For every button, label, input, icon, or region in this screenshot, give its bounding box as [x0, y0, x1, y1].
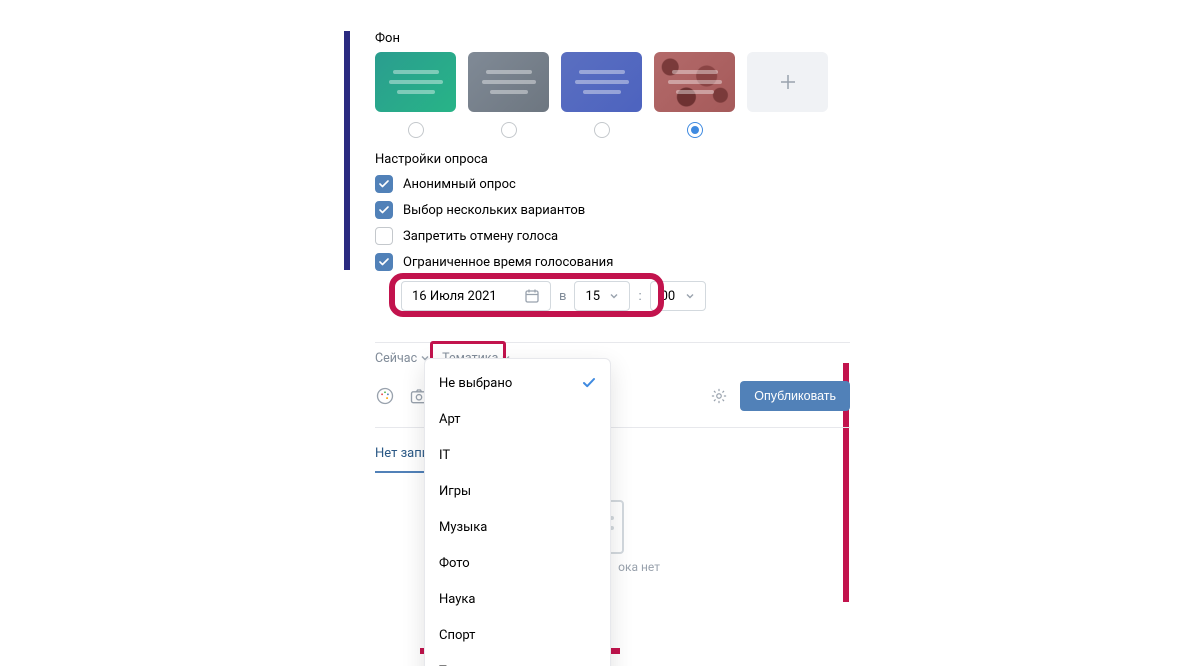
- option-no-cancel-label: Запретить отмену голоса: [403, 229, 558, 244]
- checkbox-multi[interactable]: [375, 201, 393, 219]
- theme-dropdown: Не выбрано Арт IT Игры Музыка Фото Наука…: [424, 358, 611, 666]
- option-no-cancel[interactable]: Запретить отмену голоса: [375, 227, 850, 245]
- bg-tile-image[interactable]: [654, 52, 735, 112]
- option-multi-label: Выбор нескольких вариантов: [403, 203, 585, 218]
- checkbox-timed[interactable]: [375, 253, 393, 271]
- theme-option-label: Спорт: [439, 628, 475, 643]
- bg-radio-2[interactable]: [594, 122, 610, 138]
- bg-tile-green[interactable]: [375, 52, 456, 112]
- publish-button[interactable]: Опубликовать: [740, 381, 850, 411]
- theme-option-games[interactable]: Игры: [425, 473, 610, 509]
- option-multi[interactable]: Выбор нескольких вариантов: [375, 201, 850, 219]
- palette-icon[interactable]: [375, 386, 395, 406]
- tutorial-highlight-datetime: [389, 273, 664, 317]
- chevron-down-icon: [685, 291, 695, 301]
- bg-radio-3[interactable]: [687, 122, 703, 138]
- theme-option-photo[interactable]: Фото: [425, 545, 610, 581]
- background-label: Фон: [375, 31, 850, 46]
- theme-option-label: Арт: [439, 412, 461, 427]
- tutorial-bar-left: [344, 31, 350, 270]
- checkbox-anonymous[interactable]: [375, 175, 393, 193]
- check-icon: [582, 377, 596, 389]
- bg-tile-gray[interactable]: [468, 52, 549, 112]
- option-anonymous-label: Анонимный опрос: [403, 177, 516, 192]
- theme-option-none[interactable]: Не выбрано: [425, 365, 610, 401]
- settings-label: Настройки опроса: [375, 152, 850, 167]
- theme-option-label: Музыка: [439, 520, 487, 535]
- bg-radio-1[interactable]: [501, 122, 517, 138]
- theme-option-label: Фото: [439, 556, 470, 571]
- theme-option-music[interactable]: Музыка: [425, 509, 610, 545]
- background-options: [375, 52, 850, 112]
- checkbox-no-cancel[interactable]: [375, 227, 393, 245]
- plus-icon: [778, 72, 798, 92]
- option-anonymous[interactable]: Анонимный опрос: [375, 175, 850, 193]
- theme-option-science[interactable]: Наука: [425, 581, 610, 617]
- theme-option-sport[interactable]: Спорт: [425, 617, 610, 653]
- schedule-now-label: Сейчас: [375, 351, 417, 366]
- theme-option-label: Не выбрано: [439, 376, 512, 391]
- option-timed[interactable]: Ограниченное время голосования: [375, 253, 850, 271]
- bg-radio-0[interactable]: [408, 122, 424, 138]
- gear-icon[interactable]: [710, 387, 728, 405]
- theme-option-tourism[interactable]: Туризм: [425, 653, 610, 666]
- theme-option-it[interactable]: IT: [425, 437, 610, 473]
- schedule-now[interactable]: Сейчас: [375, 351, 430, 366]
- theme-option-label: IT: [439, 448, 450, 463]
- background-radio-row: [375, 122, 850, 138]
- bg-tile-blue[interactable]: [561, 52, 642, 112]
- option-timed-label: Ограниченное время голосования: [403, 255, 613, 270]
- theme-option-art[interactable]: Арт: [425, 401, 610, 437]
- theme-option-label: Игры: [439, 484, 471, 499]
- bg-tile-add[interactable]: [747, 52, 828, 112]
- theme-option-label: Наука: [439, 592, 476, 607]
